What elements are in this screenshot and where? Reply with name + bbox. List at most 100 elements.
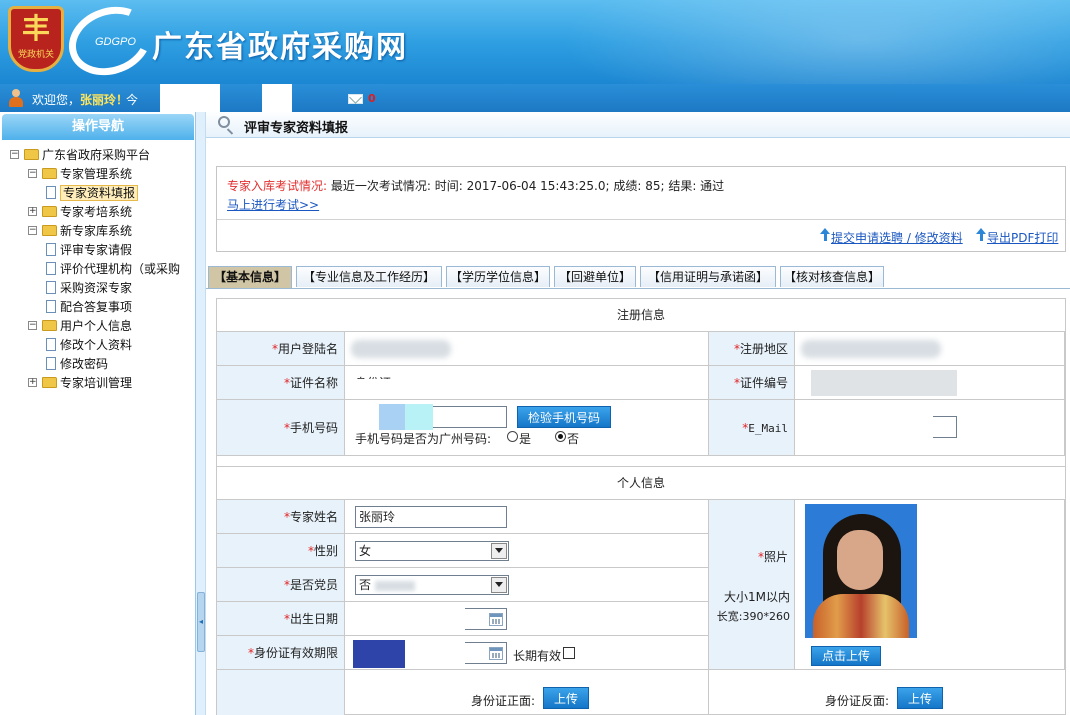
- section-gap: [217, 456, 1065, 467]
- photo-upload-button[interactable]: 点击上传: [811, 646, 881, 666]
- sidebar-item-2[interactable]: 专家资料填报: [46, 184, 139, 202]
- banner-glow: [560, 0, 1070, 84]
- exam-status-line: 专家入库考试情况: 最近一次考试情况: 时间: 2017-06-04 15:43…: [227, 177, 724, 194]
- id-front-upload-button[interactable]: 上传: [543, 687, 589, 709]
- tab-credit-proof[interactable]: 【信用证明与承诺函】: [640, 266, 776, 287]
- sidebar-item-4[interactable]: − 新专家库系统: [28, 222, 132, 240]
- photo-dims-hint: 长宽:390*260: [716, 610, 790, 623]
- sidebar-item-8[interactable]: 配合答复事项: [46, 298, 132, 316]
- sidebar-item-label: 用户个人信息: [60, 319, 133, 333]
- id-back-cell: 身份证反面: 上传: [709, 670, 1065, 715]
- sidebar-item-label: 专家管理系统: [60, 167, 133, 181]
- document-icon: [46, 281, 56, 294]
- export-pdf-link[interactable]: 导出PDF打印: [987, 229, 1058, 246]
- welcome-bar: 欢迎您， 张丽玲！ 今 0: [0, 84, 1070, 112]
- sidebar-item-label: 配合答复事项: [60, 300, 133, 314]
- personal-section-title: 个人信息: [217, 467, 1065, 500]
- cert-no-value[interactable]: [795, 366, 1065, 400]
- sidebar-item-5[interactable]: 评审专家请假: [46, 241, 132, 259]
- sidebar-item-10[interactable]: 修改个人资料: [46, 336, 132, 354]
- exam-status-label: 专家入库考试情况:: [227, 179, 328, 193]
- redacted-block: [353, 640, 405, 668]
- expand-icon[interactable]: +: [28, 207, 37, 216]
- photo-label-cell: *照片 大小1M以内 长宽:390*260: [709, 500, 795, 670]
- collapse-icon[interactable]: −: [10, 150, 19, 159]
- collapse-icon[interactable]: −: [28, 169, 37, 178]
- id-card-label: [217, 670, 345, 715]
- sidebar-item-label: 评审专家请假: [60, 243, 133, 257]
- submit-apply-link[interactable]: 提交申请选聘 / 修改资料: [831, 229, 963, 246]
- calendar-icon[interactable]: [489, 647, 503, 660]
- tab-avoid-units[interactable]: 【回避单位】: [554, 266, 636, 287]
- page-title: 评审专家资料填报: [244, 121, 349, 136]
- mail-count[interactable]: 0: [368, 92, 376, 105]
- document-icon: [46, 300, 56, 313]
- sidebar-item-label: 新专家库系统: [60, 224, 133, 238]
- guangzhou-yes-label: 是: [519, 432, 532, 446]
- sidebar-item-6[interactable]: 评价代理机构（或采购: [46, 260, 180, 278]
- guangzhou-no-radio[interactable]: [555, 431, 566, 442]
- folder-icon: [42, 225, 57, 236]
- sidebar-splitter[interactable]: ◂: [196, 112, 206, 715]
- gender-select[interactable]: 女: [355, 541, 509, 561]
- sidebar: 操作导航 − 广东省政府采购平台 − 专家管理系统 专家资料填报 + 专家考培系统 − 新专家库…: [0, 112, 196, 715]
- gdgpo-logo-text: GDGPO: [95, 36, 136, 48]
- cert-no-label: *证件编号: [709, 366, 795, 400]
- tab-underline: [206, 288, 1070, 289]
- collapse-sidebar-icon[interactable]: ◂: [197, 592, 205, 652]
- photo-cell: 点击上传: [795, 500, 1065, 670]
- document-icon: [46, 262, 56, 275]
- login-name-value: [345, 332, 709, 366]
- guangzhou-no-label: 否: [567, 432, 580, 446]
- id-validity-label: *身份证有效期限: [217, 636, 345, 670]
- gender-cell: 女: [345, 534, 709, 568]
- user-icon: [8, 89, 24, 107]
- folder-icon: [42, 168, 57, 179]
- expand-icon[interactable]: +: [28, 378, 37, 387]
- sidebar-item-7[interactable]: 采购资深专家: [46, 279, 132, 297]
- email-cell: [795, 400, 1065, 456]
- collapse-icon[interactable]: −: [28, 321, 37, 330]
- sidebar-item-label: 专家考培系统: [60, 205, 133, 219]
- tab-bar: 【基本信息】 【专业信息及工作经历】 【学历学位信息】 【回避单位】 【信用证明…: [206, 266, 1070, 288]
- redacted-block: [811, 370, 957, 396]
- calendar-icon[interactable]: [489, 613, 503, 626]
- id-back-upload-button[interactable]: 上传: [897, 687, 943, 709]
- document-icon: [46, 243, 56, 256]
- birth-date-label: *出生日期: [217, 602, 345, 636]
- sidebar-item-12[interactable]: + 专家培训管理: [28, 374, 132, 392]
- phone-label: *手机号码: [217, 400, 345, 456]
- party-member-cell: 否: [345, 568, 709, 602]
- tab-education-info[interactable]: 【学历学位信息】: [446, 266, 550, 287]
- sidebar-title: 操作导航: [2, 114, 194, 140]
- long-term-checkbox[interactable]: [563, 647, 575, 659]
- redacted-block: [262, 84, 292, 112]
- document-icon: [46, 338, 56, 351]
- id-validity-cell: 长期有效: [345, 636, 709, 670]
- take-exam-link[interactable]: 马上进行考试>>: [227, 196, 319, 213]
- sidebar-item-0[interactable]: − 广东省政府采购平台: [10, 146, 150, 164]
- page-header: 评审专家资料填报: [206, 112, 1070, 138]
- chevron-down-icon: [491, 577, 507, 593]
- welcome-user-name: 张丽玲！: [80, 93, 129, 107]
- welcome-greeting: 欢迎您，: [32, 93, 81, 107]
- tab-verify-info[interactable]: 【核对核查信息】: [780, 266, 884, 287]
- registration-section-title: 注册信息: [217, 299, 1065, 332]
- phone-cell: 检验手机号码 手机号码是否为广州号码: 是 否: [345, 400, 709, 456]
- sidebar-item-11[interactable]: 修改密码: [46, 355, 108, 373]
- sidebar-item-3[interactable]: + 专家考培系统: [28, 203, 132, 221]
- sidebar-item-label: 专家培训管理: [60, 376, 133, 390]
- guangzhou-yes-radio[interactable]: [507, 431, 518, 442]
- tab-basic-info[interactable]: 【基本信息】: [208, 266, 292, 288]
- redacted-block: [379, 404, 405, 430]
- folder-icon: [24, 149, 39, 160]
- mail-icon[interactable]: [348, 94, 363, 104]
- expert-name-input[interactable]: 张丽玲: [355, 506, 507, 528]
- redacted-block: [351, 340, 451, 358]
- verify-phone-button[interactable]: 检验手机号码: [517, 406, 611, 428]
- collapse-icon[interactable]: −: [28, 226, 37, 235]
- sidebar-item-1[interactable]: − 专家管理系统: [28, 165, 132, 183]
- party-member-label: *是否党员: [217, 568, 345, 602]
- tab-professional-info[interactable]: 【专业信息及工作经历】: [296, 266, 442, 287]
- sidebar-item-9[interactable]: − 用户个人信息: [28, 317, 132, 335]
